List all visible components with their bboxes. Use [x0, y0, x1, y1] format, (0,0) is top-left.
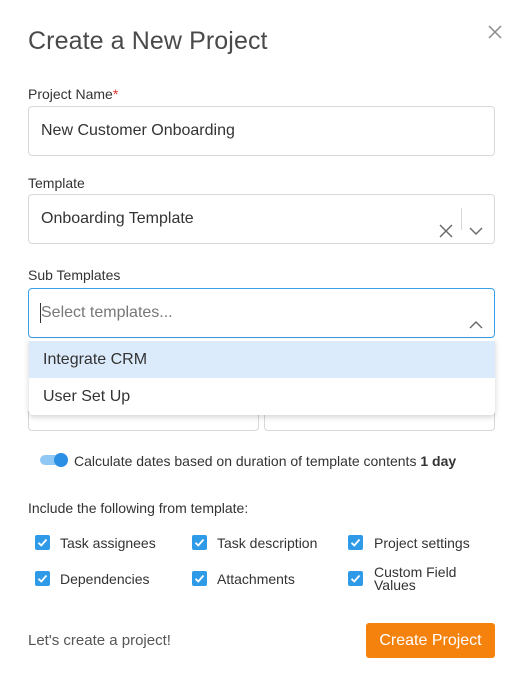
sub-templates-select[interactable]: Select templates... — [28, 288, 495, 338]
template-label: Template — [28, 175, 85, 191]
clear-icon[interactable] — [438, 211, 454, 238]
select-separator — [461, 208, 462, 230]
calculate-dates-text: Calculate dates based on duration of tem… — [74, 453, 417, 469]
custom-field-values-label-2: Values — [374, 577, 416, 593]
template-select[interactable]: Onboarding Template — [28, 194, 495, 244]
custom-field-values-checkbox[interactable] — [348, 571, 363, 586]
calculate-dates-label: Calculate dates based on duration of tem… — [74, 453, 456, 469]
close-icon[interactable] — [486, 23, 504, 41]
project-settings-checkbox[interactable] — [348, 535, 363, 550]
dropdown-option[interactable]: Integrate CRM — [29, 341, 495, 378]
sub-templates-placeholder: Select templates... — [41, 304, 173, 321]
project-name-label-text: Project Name — [28, 86, 113, 102]
task-assignees-checkbox[interactable] — [35, 535, 50, 550]
required-mark: * — [112, 86, 119, 102]
dependencies-checkbox[interactable] — [35, 571, 50, 586]
sub-templates-label: Sub Templates — [28, 267, 121, 283]
include-label: Include the following from template: — [28, 500, 249, 516]
create-project-modal: Create a New Project Project Name* New C… — [0, 0, 525, 685]
project-name-value: New Customer Onboarding — [41, 122, 235, 139]
project-name-label: Project Name* — [28, 86, 118, 102]
chevron-up-icon[interactable] — [468, 305, 484, 329]
modal-title: Create a New Project — [28, 27, 268, 55]
sub-templates-dropdown: Integrate CRM User Set Up — [29, 339, 495, 415]
create-project-button[interactable]: Create Project — [366, 623, 495, 658]
dropdown-option[interactable]: User Set Up — [29, 378, 495, 415]
task-assignees-label: Task assignees — [60, 535, 156, 551]
attachments-label: Attachments — [217, 571, 295, 587]
checkmark-icon — [194, 538, 205, 547]
checkmark-icon — [37, 538, 48, 547]
duration-value: 1 day — [420, 453, 457, 469]
checkmark-icon — [194, 574, 205, 583]
footer-message: Let's create a project! — [28, 632, 171, 649]
template-value: Onboarding Template — [41, 210, 194, 227]
text-caret — [40, 303, 41, 323]
chevron-down-icon[interactable] — [468, 211, 484, 235]
task-description-checkbox[interactable] — [192, 535, 207, 550]
checkmark-icon — [350, 538, 361, 547]
dependencies-label: Dependencies — [60, 571, 150, 587]
task-description-label: Task description — [217, 535, 318, 551]
project-name-input[interactable]: New Customer Onboarding — [28, 106, 495, 156]
project-settings-label: Project settings — [374, 535, 470, 551]
checkmark-icon — [37, 574, 48, 583]
checkmark-icon — [350, 574, 361, 583]
calculate-dates-toggle[interactable] — [40, 453, 68, 467]
toggle-knob — [54, 453, 68, 467]
attachments-checkbox[interactable] — [192, 571, 207, 586]
